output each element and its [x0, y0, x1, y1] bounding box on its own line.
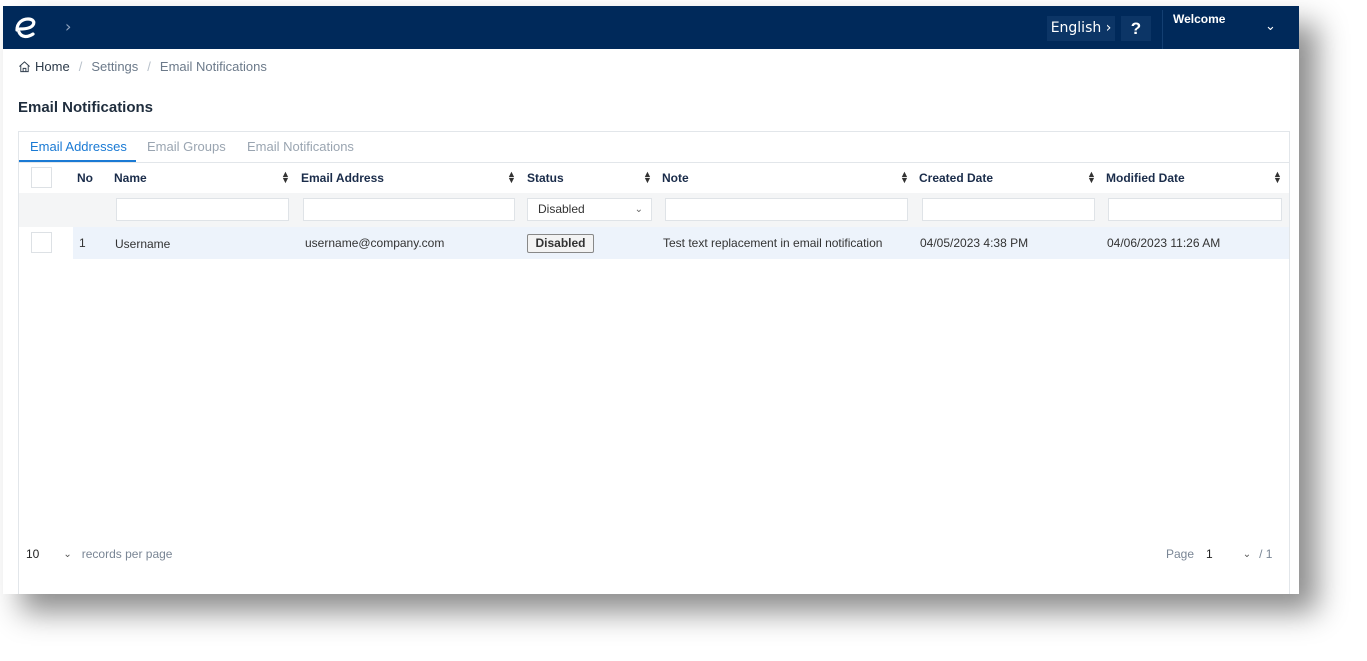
- column-header-name[interactable]: Name: [114, 171, 147, 185]
- tab-email-notifications[interactable]: Email Notifications: [247, 139, 354, 154]
- app-window: › English › ? Welcome ⌄ Home / Settings …: [3, 6, 1299, 594]
- cell-email: username@company.com: [305, 236, 445, 250]
- top-navigation-bar: › English › ? Welcome ⌄: [3, 6, 1299, 49]
- language-button[interactable]: English ›: [1047, 16, 1115, 41]
- page-selector: Page 1 ⌄ / 1: [1166, 547, 1272, 561]
- name-filter-input[interactable]: [116, 198, 289, 221]
- select-all-checkbox[interactable]: [31, 167, 52, 188]
- sort-icon[interactable]: ▲ ▼: [281, 170, 290, 185]
- brand-logo-icon[interactable]: [11, 14, 39, 42]
- modified-date-filter-input[interactable]: [1108, 198, 1282, 221]
- tab-bar: Email Addresses Email Groups Email Notif…: [19, 132, 1289, 163]
- sort-icon[interactable]: ▲ ▼: [1273, 170, 1282, 185]
- column-header-created-date[interactable]: Created Date: [919, 171, 993, 185]
- chevron-down-icon[interactable]: ⌄: [1265, 18, 1276, 34]
- page-label: Page: [1166, 547, 1195, 561]
- sort-icon[interactable]: ▲ ▼: [507, 170, 516, 185]
- breadcrumb-home-label: Home: [35, 59, 70, 74]
- column-header-note[interactable]: Note: [662, 171, 689, 185]
- table-header-row: No Name ▲ ▼ Email Address ▲ ▼ Status ▲ ▼ No…: [19, 163, 1289, 193]
- tab-email-groups[interactable]: Email Groups: [147, 139, 226, 154]
- chevron-down-icon: ⌄: [634, 204, 643, 215]
- breadcrumb-home[interactable]: Home: [18, 59, 70, 74]
- column-header-modified-date[interactable]: Modified Date: [1106, 171, 1185, 185]
- breadcrumb-separator: /: [147, 59, 151, 74]
- tab-email-addresses[interactable]: Email Addresses: [30, 139, 127, 154]
- note-filter-input[interactable]: [665, 198, 908, 221]
- records-per-page: 10 ⌄ records per page: [26, 547, 172, 561]
- cell-no: 1: [79, 236, 86, 250]
- breadcrumb-current: Email Notifications: [159, 59, 267, 74]
- welcome-label[interactable]: Welcome: [1173, 12, 1225, 26]
- status-filter-value: Disabled: [538, 202, 585, 216]
- cell-note: Test text replacement in email notificat…: [663, 236, 883, 250]
- cell-created-date: 04/05/2023 4:38 PM: [920, 236, 1029, 250]
- expand-sidebar-icon[interactable]: ›: [65, 17, 71, 36]
- column-header-no[interactable]: No: [77, 171, 93, 185]
- status-badge: Disabled: [527, 234, 594, 253]
- row-checkbox[interactable]: [31, 232, 52, 253]
- column-header-status[interactable]: Status: [527, 171, 564, 185]
- email-filter-input[interactable]: [303, 198, 515, 221]
- sort-icon[interactable]: ▲ ▼: [900, 170, 909, 185]
- status-filter-select[interactable]: Disabled ⌄: [527, 198, 652, 221]
- current-page-select[interactable]: 1: [1206, 547, 1213, 561]
- sort-icon[interactable]: ▲ ▼: [1087, 170, 1096, 185]
- total-pages: / 1: [1259, 547, 1273, 561]
- page-title: Email Notifications: [18, 99, 154, 116]
- breadcrumb-settings[interactable]: Settings: [91, 59, 138, 74]
- help-button[interactable]: ?: [1121, 16, 1151, 41]
- created-date-filter-input[interactable]: [922, 198, 1095, 221]
- per-page-label: records per page: [81, 547, 173, 561]
- cell-modified-date: 04/06/2023 11:26 AM: [1107, 236, 1221, 250]
- chevron-down-icon[interactable]: ⌄: [1243, 549, 1251, 560]
- cell-name: Username: [115, 237, 171, 251]
- column-header-email[interactable]: Email Address: [301, 171, 384, 185]
- chevron-down-icon[interactable]: ⌄: [63, 549, 71, 560]
- active-tab-indicator: [19, 160, 136, 162]
- sort-icon[interactable]: ▲ ▼: [643, 170, 652, 185]
- content-panel: Email Addresses Email Groups Email Notif…: [18, 131, 1290, 594]
- breadcrumb: Home / Settings / Email Notifications: [18, 59, 267, 74]
- home-icon: [19, 61, 30, 73]
- per-page-select[interactable]: 10: [26, 547, 39, 561]
- filter-row: Disabled ⌄: [19, 193, 1289, 227]
- breadcrumb-separator: /: [78, 59, 83, 74]
- divider: [1162, 10, 1163, 49]
